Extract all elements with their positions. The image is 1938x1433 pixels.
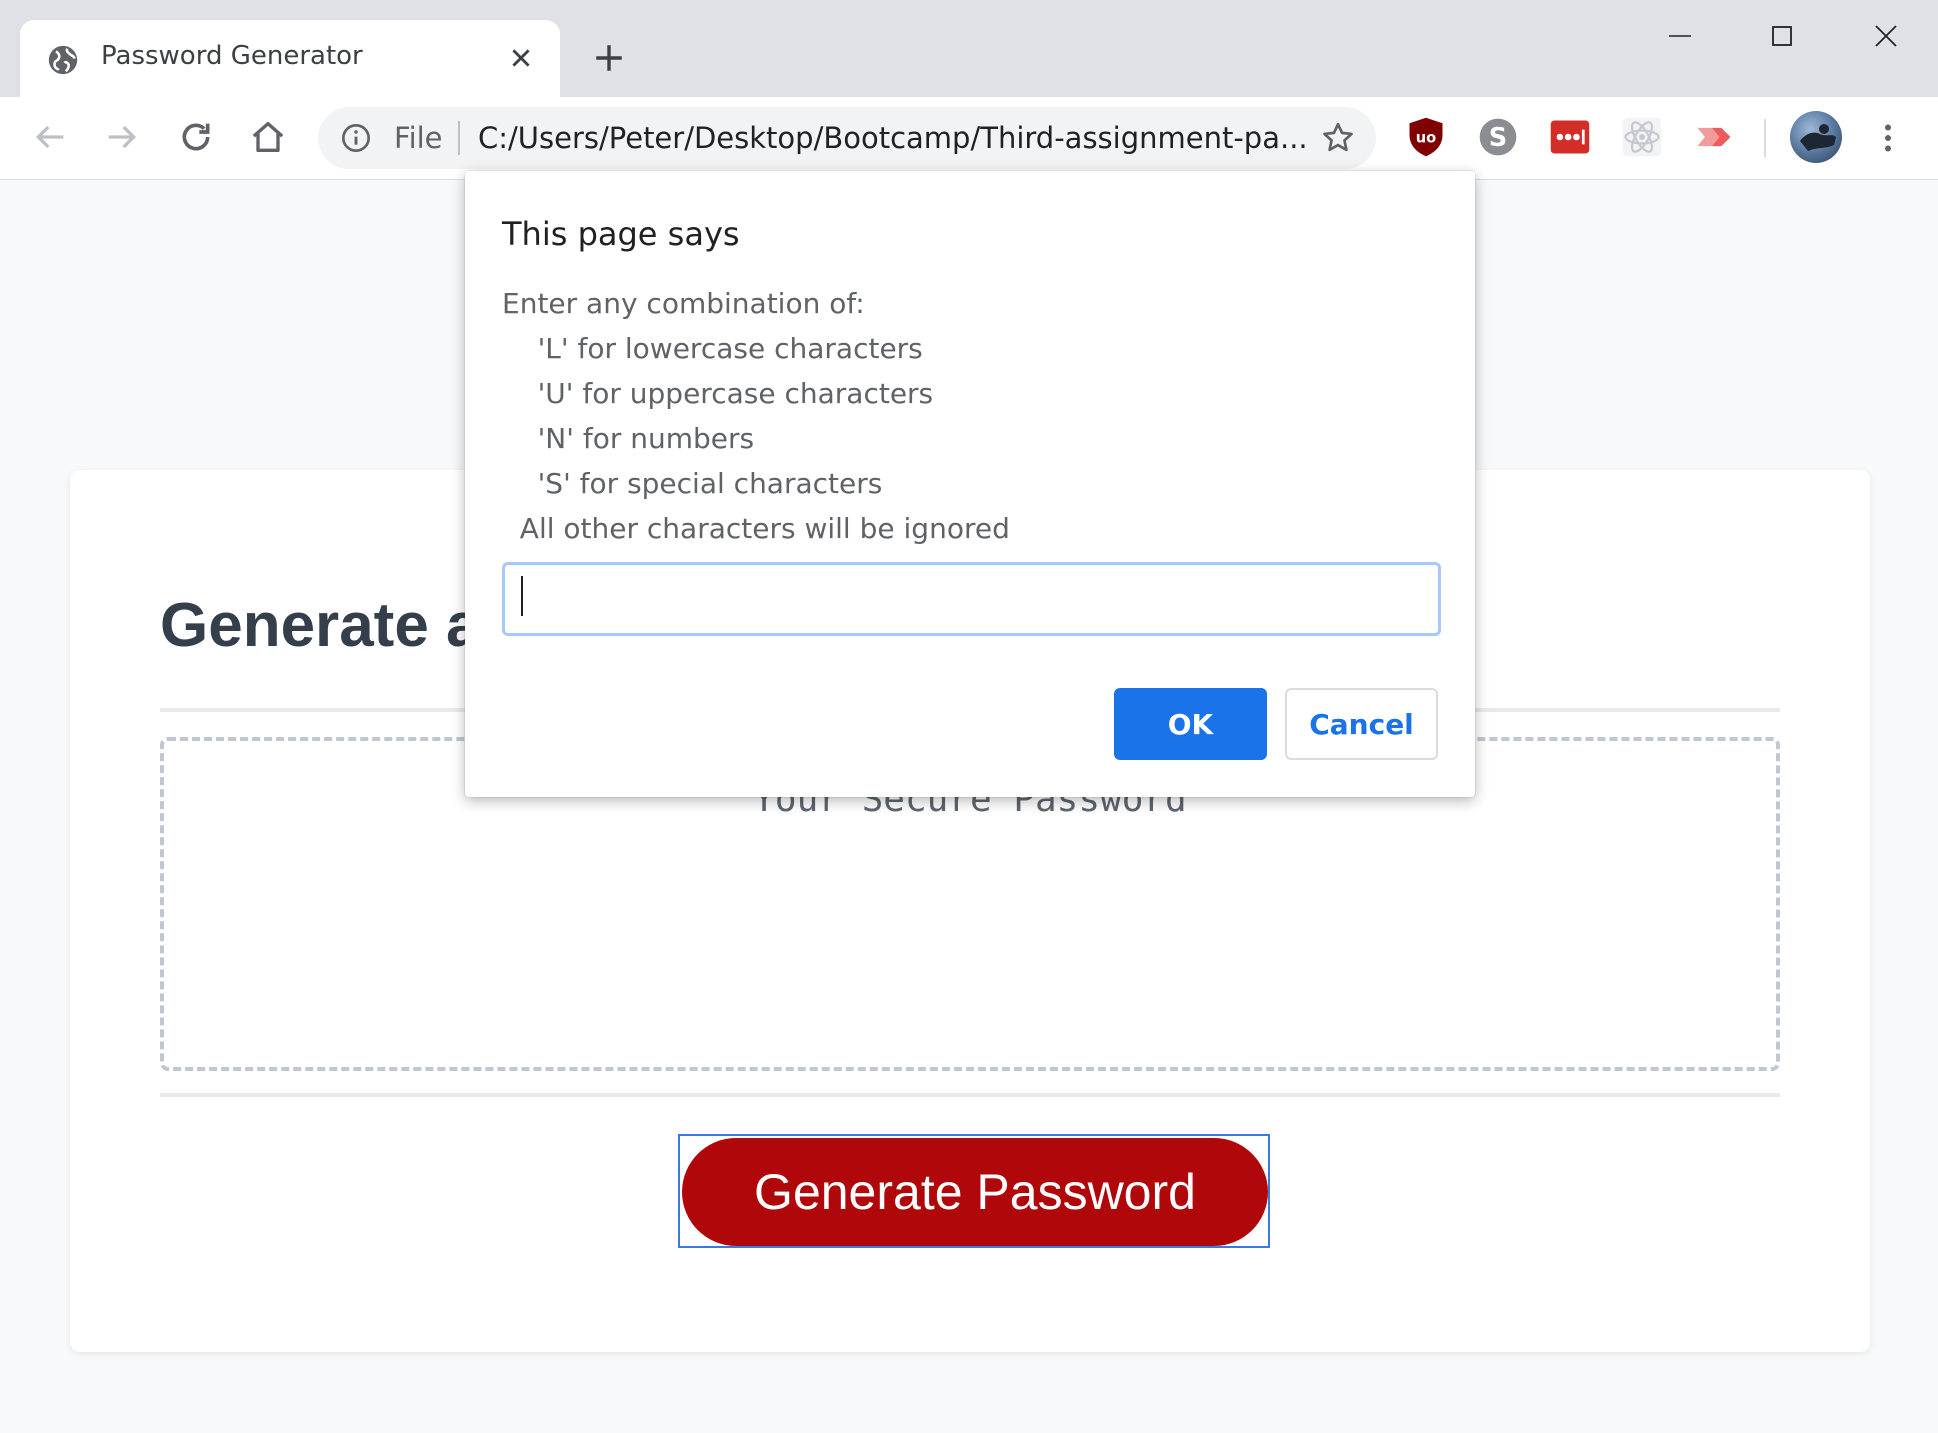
toolbar-divider xyxy=(1764,119,1766,157)
more-menu-icon[interactable] xyxy=(1870,115,1906,161)
address-bar[interactable]: File C:/Users/Peter/Desktop/Bootcamp/Thi… xyxy=(318,107,1376,169)
dialog-message-line: 'L' for lowercase characters xyxy=(502,332,923,365)
tab-title: Password Generator xyxy=(101,41,363,71)
cast-icon[interactable] xyxy=(1692,115,1736,159)
maximize-icon[interactable] xyxy=(1752,16,1812,56)
new-tab-icon[interactable] xyxy=(592,41,626,75)
avatar[interactable] xyxy=(1790,111,1842,163)
ok-button[interactable]: OK xyxy=(1114,688,1267,760)
cancel-button[interactable]: Cancel xyxy=(1285,688,1438,760)
globe-icon xyxy=(48,45,78,75)
forward-arrow-icon[interactable] xyxy=(102,117,142,157)
browser-titlebar: Password Generator xyxy=(0,0,1938,97)
dialog-title: This page says xyxy=(502,215,740,253)
svg-text:S: S xyxy=(1489,123,1507,153)
back-arrow-icon[interactable] xyxy=(30,117,70,157)
dialog-input[interactable] xyxy=(502,562,1441,636)
browser-tab[interactable]: Password Generator xyxy=(20,20,560,97)
home-icon[interactable] xyxy=(248,117,288,157)
react-devtools-icon[interactable] xyxy=(1620,115,1664,159)
profile-photo xyxy=(1800,124,1836,151)
prompt-dialog: This page says Enter any combination of:… xyxy=(465,171,1475,797)
address-separator xyxy=(458,121,460,155)
svg-text:uo: uo xyxy=(1416,130,1437,147)
ublock-origin-icon[interactable]: uo xyxy=(1404,115,1448,159)
address-url[interactable]: C:/Users/Peter/Desktop/Bootcamp/Third-as… xyxy=(478,121,1318,155)
info-icon[interactable] xyxy=(340,122,372,154)
minimize-icon[interactable] xyxy=(1650,16,1710,56)
dialog-message-line: 'U' for uppercase characters xyxy=(502,377,934,410)
dialog-message-line: Enter any combination of: xyxy=(502,287,865,320)
text-caret xyxy=(521,576,523,616)
skype-icon[interactable]: S xyxy=(1476,115,1520,159)
reload-icon[interactable] xyxy=(176,117,216,157)
bookmark-star-icon[interactable] xyxy=(1320,120,1356,156)
generate-button-focus-ring: Generate Password xyxy=(678,1134,1270,1248)
lastpass-icon[interactable] xyxy=(1548,115,1592,159)
generate-password-button[interactable]: Generate Password xyxy=(682,1138,1268,1246)
dialog-message-line: 'N' for numbers xyxy=(502,422,755,455)
browser-toolbar: File C:/Users/Peter/Desktop/Bootcamp/Thi… xyxy=(0,97,1938,180)
dialog-message-line: 'S' for special characters xyxy=(502,467,883,500)
address-scheme: File xyxy=(394,121,443,155)
dialog-message: Enter any combination of: 'L' for lowerc… xyxy=(502,281,1010,551)
window-close-icon[interactable] xyxy=(1856,16,1916,56)
close-icon[interactable] xyxy=(508,45,534,71)
dialog-message-line: All other characters will be ignored xyxy=(502,512,1010,545)
divider-bottom xyxy=(160,1093,1780,1097)
